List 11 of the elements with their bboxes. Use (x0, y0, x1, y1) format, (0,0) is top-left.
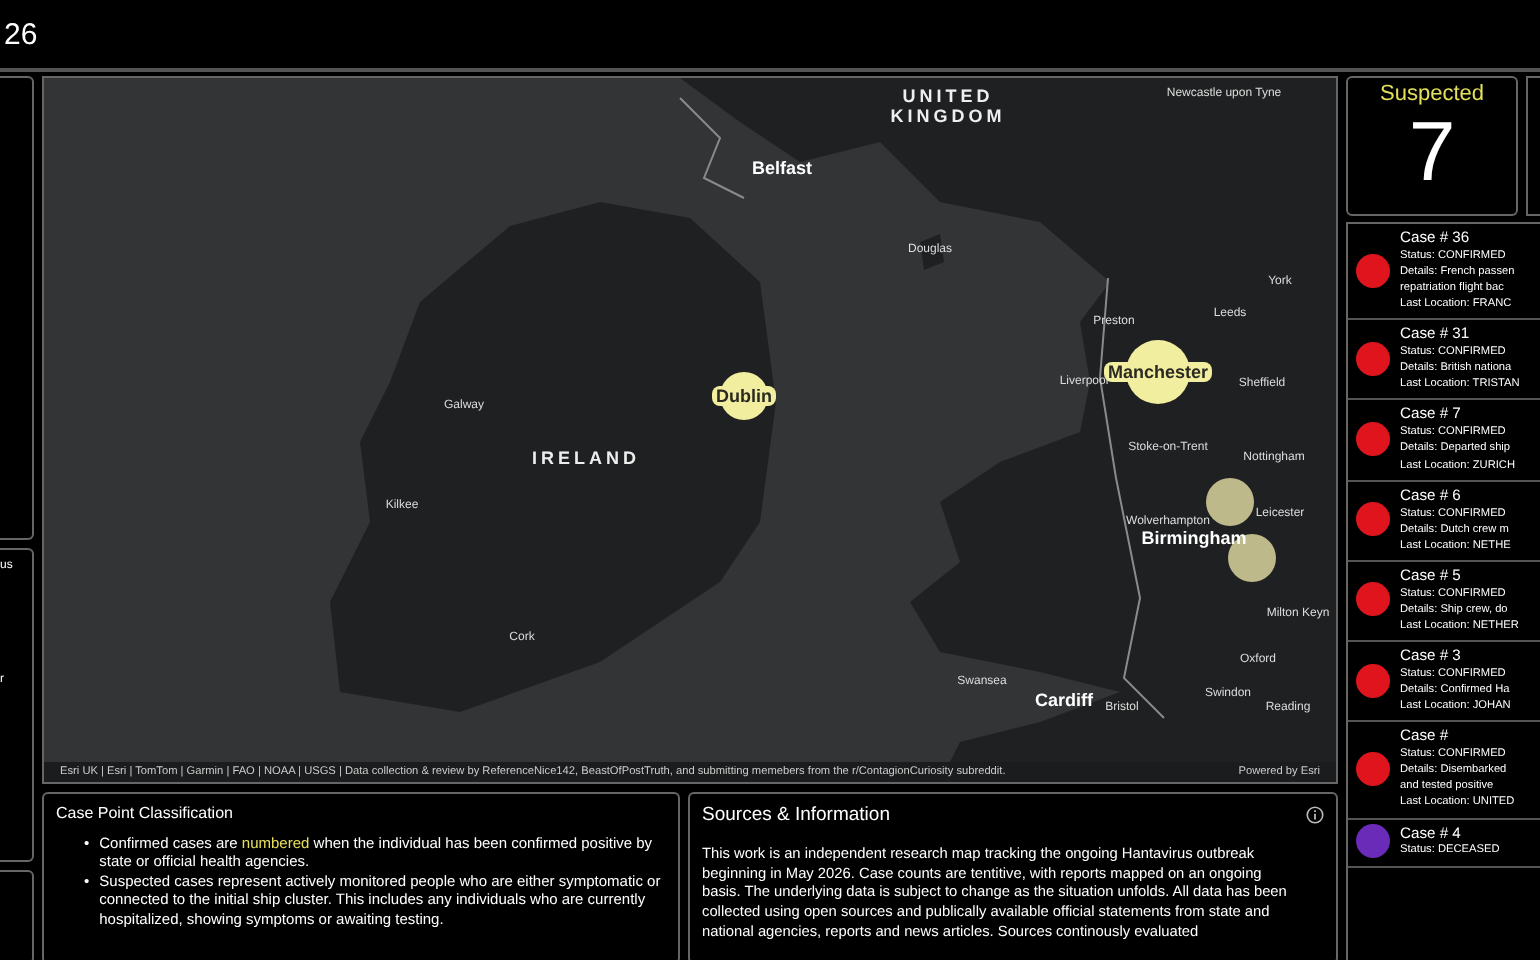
map-label: Birmingham (1141, 528, 1247, 548)
stat-value: 7 (1408, 106, 1456, 198)
map-label: Dublin (712, 386, 776, 406)
panel-title: Case Point Classification (56, 804, 235, 822)
stat-label: Suspected (1380, 82, 1484, 106)
map-label: Belfast (752, 158, 812, 178)
map-label: UNITED KINGDOM (888, 86, 1008, 126)
header-title: 26 (4, 17, 38, 51)
panel-title: Sources & Information (702, 804, 890, 826)
map-label: Cardiff (1035, 690, 1093, 710)
map-label: IRELAND (530, 448, 642, 468)
